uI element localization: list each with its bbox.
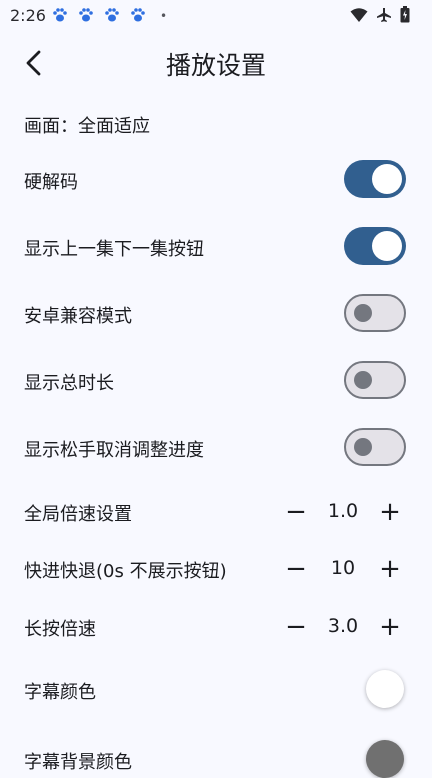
android-compat-row: 安卓兼容模式 bbox=[24, 294, 408, 332]
total-time-toggle[interactable] bbox=[344, 361, 406, 399]
global-speed-decrease-button[interactable]: − bbox=[278, 494, 314, 530]
android-compat-toggle[interactable] bbox=[344, 294, 406, 332]
picture-mode-item[interactable]: 画面：全面适应 bbox=[24, 112, 408, 137]
hw-decode-label: 硬解码 bbox=[24, 172, 78, 193]
global-speed-stepper: − 1.0 + bbox=[278, 494, 408, 530]
long-press-speed-increase-button[interactable]: + bbox=[372, 609, 408, 645]
battery-icon bbox=[400, 6, 410, 23]
subtitle-color-label: 字幕颜色 bbox=[24, 682, 96, 703]
toggle-knob bbox=[354, 438, 372, 456]
page-title-text: 播放设置 bbox=[165, 51, 266, 80]
total-time-row: 显示总时长 bbox=[24, 361, 408, 399]
long-press-speed-value: 3.0 bbox=[327, 615, 359, 637]
cancel-release-row: 显示松手取消调整进度 bbox=[24, 428, 408, 466]
seek-step-decrease-button[interactable]: − bbox=[278, 551, 314, 587]
prev-next-row: 显示上一集下一集按钮 bbox=[24, 227, 408, 265]
hw-decode-row: 硬解码 bbox=[24, 160, 408, 198]
long-press-speed-label: 长按倍速 bbox=[24, 619, 96, 640]
hw-decode-toggle[interactable] bbox=[344, 160, 406, 198]
paw-icon bbox=[105, 8, 119, 22]
subtitle-color-row: 字幕颜色 bbox=[24, 670, 408, 710]
global-speed-label: 全局倍速设置 bbox=[24, 504, 132, 525]
total-time-label: 显示总时长 bbox=[24, 373, 114, 394]
airplane-icon bbox=[377, 7, 391, 22]
notification-dot: • bbox=[160, 9, 168, 23]
long-press-speed-decrease-button[interactable]: − bbox=[278, 609, 314, 645]
app-bar: 播放设置 bbox=[0, 38, 432, 88]
paw-icon bbox=[131, 8, 145, 22]
android-compat-label: 安卓兼容模式 bbox=[24, 306, 132, 327]
seek-step-label: 快进快退(0s 不展示按钮) bbox=[24, 561, 227, 582]
subtitle-bg-color-swatch[interactable] bbox=[366, 740, 404, 778]
seek-step-value: 10 bbox=[330, 557, 356, 579]
system-icons bbox=[350, 6, 410, 23]
subtitle-color-swatch[interactable] bbox=[366, 670, 404, 708]
global-speed-increase-button[interactable]: + bbox=[372, 494, 408, 530]
page-title: 播放设置 bbox=[0, 46, 432, 82]
seek-step-stepper: − 10 + bbox=[278, 551, 408, 587]
cancel-release-toggle[interactable] bbox=[344, 428, 406, 466]
picture-mode-label: 画面：全面适应 bbox=[24, 116, 150, 137]
global-speed-row: 全局倍速设置 − 1.0 + bbox=[24, 494, 408, 530]
toggle-knob bbox=[372, 231, 402, 261]
seek-step-increase-button[interactable]: + bbox=[372, 551, 408, 587]
status-bar: 2:26 • bbox=[0, 0, 432, 32]
paw-icon bbox=[79, 8, 93, 22]
global-speed-value: 1.0 bbox=[327, 500, 359, 522]
subtitle-bg-color-row: 字幕背景颜色 bbox=[24, 738, 408, 778]
cancel-release-label: 显示松手取消调整进度 bbox=[24, 440, 204, 461]
toggle-knob bbox=[354, 371, 372, 389]
status-time: 2:26 bbox=[10, 6, 46, 25]
prev-next-label: 显示上一集下一集按钮 bbox=[24, 239, 204, 260]
toggle-knob bbox=[354, 304, 372, 322]
long-press-speed-stepper: − 3.0 + bbox=[278, 609, 408, 645]
paw-icon bbox=[53, 8, 67, 22]
prev-next-toggle[interactable] bbox=[344, 227, 406, 265]
long-press-speed-row: 长按倍速 − 3.0 + bbox=[24, 609, 408, 645]
toggle-knob bbox=[372, 164, 402, 194]
wifi-icon bbox=[350, 7, 368, 22]
seek-step-row: 快进快退(0s 不展示按钮) − 10 + bbox=[24, 551, 408, 587]
subtitle-bg-color-label: 字幕背景颜色 bbox=[24, 752, 132, 773]
